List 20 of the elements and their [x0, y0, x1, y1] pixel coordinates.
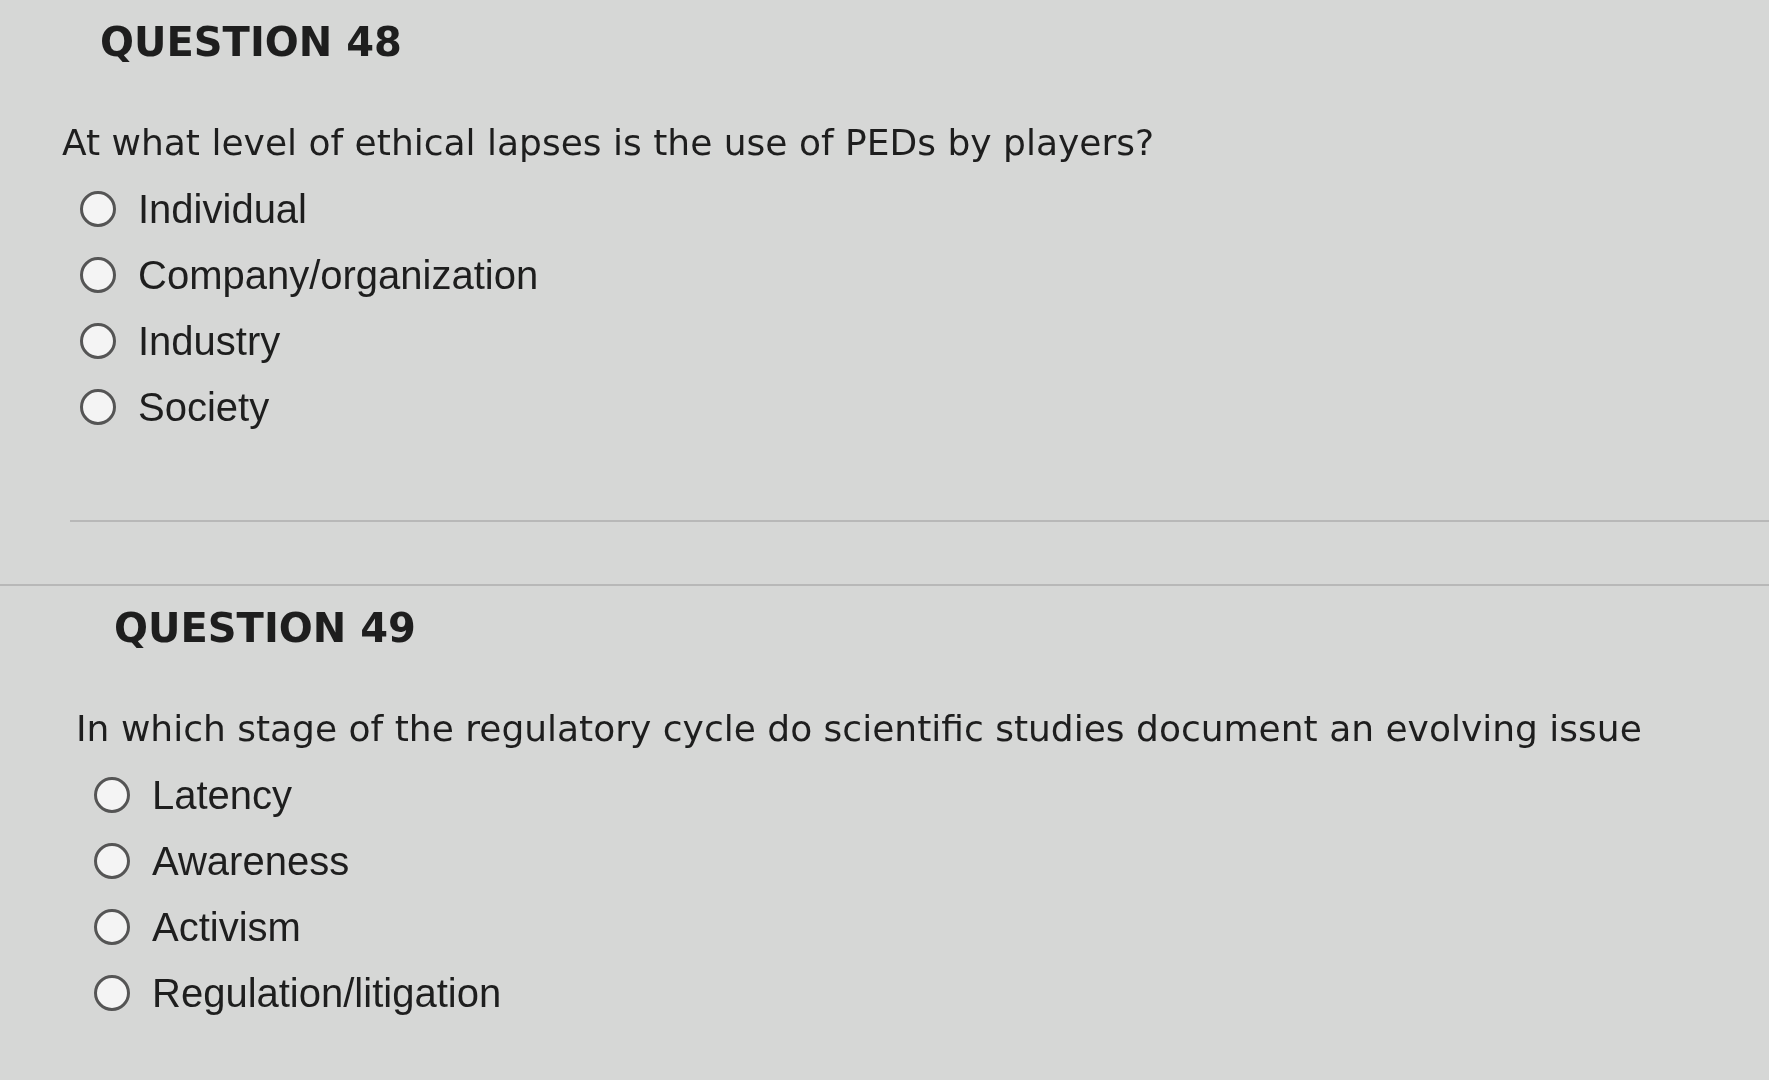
option-label[interactable]: Industry [138, 311, 281, 371]
question-heading: QUESTION 48 [99, 18, 403, 66]
option-label[interactable]: Latency [152, 765, 293, 825]
option-label[interactable]: Awareness [152, 831, 350, 891]
option-label[interactable]: Regulation/litigation [152, 963, 502, 1023]
question-heading: QUESTION 49 [113, 604, 417, 652]
option-label[interactable]: Individual [138, 179, 307, 239]
radio-button[interactable] [94, 843, 130, 879]
option-label[interactable]: Society [138, 377, 270, 437]
option-label[interactable]: Company/organization [138, 245, 539, 305]
radio-button[interactable] [94, 777, 130, 813]
radio-button[interactable] [80, 389, 116, 425]
radio-button[interactable] [94, 975, 130, 1011]
question-text: In which stage of the regulatory cycle do scientific studies document an evolving issue [75, 707, 1643, 751]
radio-button[interactable] [80, 191, 116, 227]
question-text: At what level of ethical lapses is the use of PEDs by players? [61, 121, 1156, 165]
radio-button[interactable] [80, 323, 116, 359]
option-label[interactable]: Activism [152, 897, 301, 957]
radio-button[interactable] [80, 257, 116, 293]
radio-button[interactable] [94, 909, 130, 945]
